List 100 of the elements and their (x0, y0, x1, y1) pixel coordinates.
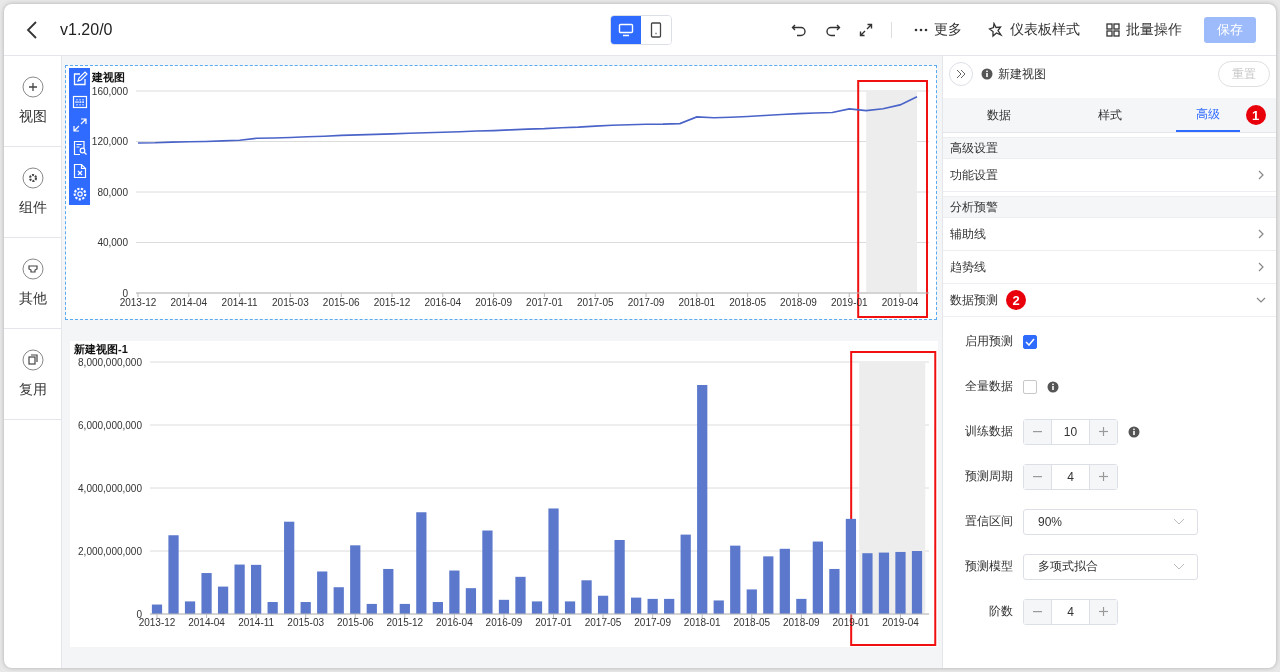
axis-label: 2017-05 (576, 297, 614, 308)
bar (333, 587, 344, 614)
axis-label: 0 (136, 608, 142, 620)
more-icon (914, 27, 928, 32)
settings-row[interactable]: 趋势线 (943, 251, 1276, 284)
sidebar-item[interactable]: 复用 (4, 329, 61, 420)
number-stepper[interactable]: 4 (1023, 463, 1118, 490)
dashboard-style-menu[interactable]: 仪表板样式 (984, 20, 1084, 39)
view-title: 新建视图 (998, 65, 1046, 83)
bar (895, 551, 906, 614)
spreadsheet-file-icon[interactable] (71, 163, 88, 179)
dropdown[interactable]: 90% (1023, 508, 1198, 535)
double-chevron-icon (956, 69, 966, 79)
axis-label: 2017-09 (627, 297, 665, 308)
increment-button[interactable] (1090, 599, 1117, 624)
step-badge: 1 (1245, 105, 1266, 125)
axis-label: 2014-11 (221, 297, 258, 308)
collapse-button[interactable] (949, 62, 973, 86)
undo-icon[interactable] (791, 22, 807, 37)
axis-label: 2016-09 (485, 617, 523, 628)
tab[interactable]: 高级 (1175, 98, 1240, 132)
redo-icon[interactable] (825, 22, 841, 37)
axis-label: 2017-05 (584, 617, 622, 628)
bar (862, 553, 873, 614)
bar (251, 564, 262, 614)
axis-label: 2016-04 (436, 617, 473, 628)
bar (647, 598, 658, 614)
star-icon (988, 21, 1004, 38)
axis-label: 2016-09 (475, 297, 512, 308)
axis-label: 2018-09 (780, 297, 817, 308)
grid-icon[interactable] (71, 94, 88, 110)
step-badge: 2 (1006, 290, 1026, 310)
dropdown[interactable]: 多项式拟合 (1023, 553, 1198, 580)
field-label: 预测周期 (964, 468, 1013, 485)
field-label: 预测模型 (964, 558, 1013, 575)
axis-label: 2013-12 (119, 297, 157, 308)
row-label: 功能设置 (950, 166, 998, 184)
field-label: 置信区间 (964, 513, 1013, 530)
axis-label: 80,000 (97, 186, 128, 198)
minus-icon (1033, 430, 1042, 433)
settings-row[interactable]: 辅助线 (943, 218, 1276, 251)
axis-label: 2018-09 (783, 617, 820, 628)
batch-menu[interactable]: 批量操作 (1102, 20, 1186, 39)
axis-label: 2015-06 (336, 617, 374, 628)
increment-button[interactable] (1090, 419, 1117, 444)
grid-icon (1106, 22, 1120, 37)
document-search-icon[interactable] (71, 140, 88, 156)
bar (465, 588, 477, 614)
axis-label: 4,000,000,000 (78, 482, 142, 494)
bar (515, 576, 526, 614)
sidebar-item[interactable]: 视图 (4, 56, 61, 147)
settings-row[interactable]: 数据预测 2 (943, 284, 1276, 317)
settings-row[interactable]: 功能设置 (943, 159, 1276, 192)
axis-label: 2017-01 (535, 617, 572, 628)
bar (350, 545, 361, 614)
number-stepper[interactable]: 10 (1023, 418, 1118, 445)
edit-icon[interactable] (71, 71, 88, 87)
settings-icon[interactable] (71, 186, 88, 202)
minus-icon (1033, 475, 1042, 478)
axis-label: 2017-09 (634, 617, 671, 628)
bar (184, 601, 196, 614)
tab[interactable]: 数据 (980, 98, 1017, 132)
row-label: 数据预测 (950, 291, 998, 309)
bar (432, 602, 443, 614)
axis-label: 2015-03 (272, 297, 309, 308)
bar (713, 600, 724, 614)
bar (383, 568, 394, 614)
more-menu[interactable]: 更多 (910, 20, 966, 39)
back-icon[interactable] (26, 20, 38, 39)
bar (531, 601, 543, 614)
chevron-down-icon (1173, 518, 1185, 525)
axis-label: 2015-12 (386, 617, 424, 628)
bar (234, 564, 245, 614)
bar (267, 602, 278, 614)
number-stepper[interactable]: 4 (1023, 598, 1118, 625)
check-icon (1025, 337, 1035, 346)
axis-label: 2015-06 (322, 297, 360, 308)
axis-label: 160,000 (91, 85, 128, 97)
bar (796, 598, 807, 614)
row-label: 趋势线 (950, 258, 986, 276)
desktop-view-button[interactable] (611, 16, 641, 44)
fullscreen-icon[interactable] (859, 22, 873, 37)
bar (911, 551, 923, 614)
increment-button[interactable] (1090, 464, 1117, 489)
checkbox[interactable] (1023, 379, 1037, 394)
bar (581, 580, 592, 614)
axis-label: 0 (122, 287, 128, 299)
axis-label: 2,000,000,000 (78, 545, 142, 557)
tab[interactable]: 样式 (1091, 98, 1128, 132)
bar (498, 599, 510, 614)
bar (151, 604, 163, 614)
sidebar-item[interactable]: 组件 (4, 147, 61, 238)
section-heading: 高级设置 (943, 137, 1276, 159)
checkbox[interactable] (1023, 334, 1037, 349)
expand-icon[interactable] (71, 117, 88, 133)
bar (564, 601, 576, 614)
sidebar-item[interactable]: 其他 (4, 238, 61, 329)
axis-label: 2018-01 (683, 617, 721, 628)
version-title: v1.20/0 (60, 20, 113, 39)
monitor-icon (618, 23, 634, 37)
